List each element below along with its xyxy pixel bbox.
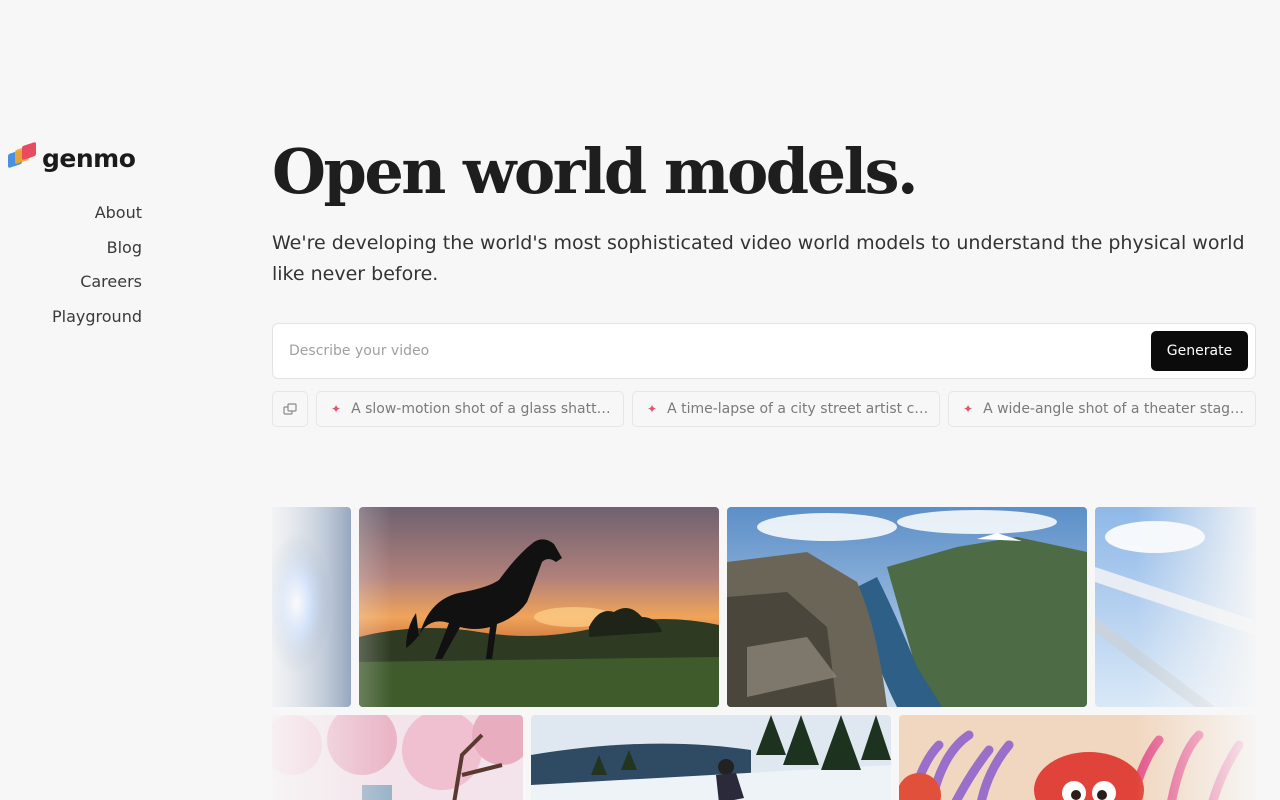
airplane-wing-thumbnail [1095, 507, 1256, 707]
gallery-tile-skier[interactable] [531, 715, 891, 800]
gallery-tile-partial[interactable] [272, 507, 351, 707]
suggestion-text: A wide-angle shot of a theater stag… [983, 401, 1245, 417]
video-gallery [272, 507, 1256, 800]
main-nav: About Blog Careers Playground [52, 202, 142, 340]
gallery-tile-coral[interactable] [899, 715, 1256, 800]
horse-sunset-thumbnail [359, 507, 719, 707]
sparkle-icon: ✦ [331, 402, 342, 416]
gallery-tile-horse[interactable] [359, 507, 719, 707]
genmo-logo[interactable]: genmo [6, 140, 136, 176]
suggestion-chip-3[interactable]: ✦ A wide-angle shot of a theater stag… [948, 391, 1256, 427]
shuffle-icon [283, 403, 297, 415]
gallery-tile-cherry[interactable] [272, 715, 523, 800]
sparkle-icon: ✦ [963, 402, 974, 416]
generate-button[interactable]: Generate [1151, 331, 1248, 371]
coral-reef-thumbnail [899, 715, 1256, 800]
fjord-thumbnail [727, 507, 1087, 707]
page-title: Open world models. [272, 135, 919, 208]
shuffle-button[interactable] [272, 391, 308, 427]
logo-wordmark: genmo [42, 143, 136, 173]
prompt-bar: Generate [272, 323, 1256, 379]
prompt-input[interactable] [289, 338, 1129, 364]
nav-link-careers[interactable]: Careers [52, 271, 142, 306]
nav-link-playground[interactable]: Playground [52, 306, 142, 341]
gallery-tile-fjord[interactable] [727, 507, 1087, 707]
nav-link-about[interactable]: About [52, 202, 142, 237]
sparkle-icon: ✦ [647, 402, 658, 416]
suggestion-chip-1[interactable]: ✦ A slow-motion shot of a glass shatt… [316, 391, 624, 427]
glow-thumbnail [272, 507, 351, 707]
cherry-blossom-thumbnail [272, 715, 523, 800]
suggestion-text: A time-lapse of a city street artist c… [667, 401, 929, 417]
page-subtitle: We're developing the world's most sophis… [272, 232, 1245, 285]
skier-forest-thumbnail [531, 715, 891, 800]
gallery-tile-airplane[interactable] [1095, 507, 1256, 707]
nav-link-blog[interactable]: Blog [52, 237, 142, 272]
suggestion-text: A slow-motion shot of a glass shatt… [351, 401, 611, 417]
sidebar: genmo About Blog Careers Playground [0, 0, 160, 800]
logo-mark-icon [6, 140, 38, 176]
suggestion-chip-2[interactable]: ✦ A time-lapse of a city street artist c… [632, 391, 940, 427]
suggestion-chips: ✦ A slow-motion shot of a glass shatt… ✦… [272, 391, 1256, 427]
